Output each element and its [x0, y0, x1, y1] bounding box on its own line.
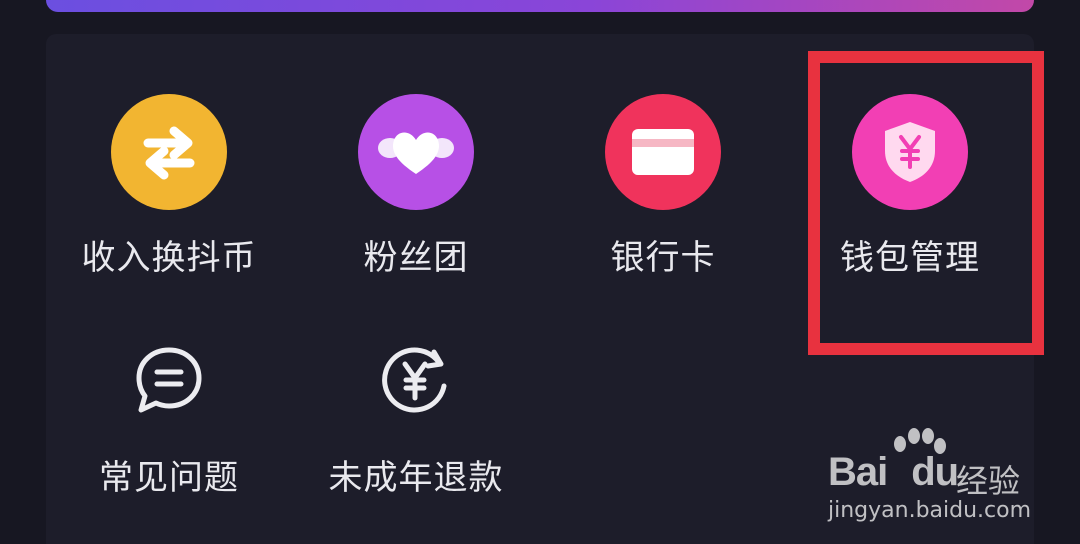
menu-item-label: 银行卡	[610, 238, 716, 278]
top-banner[interactable]	[46, 0, 1034, 12]
menu-item-label: 粉丝团	[363, 238, 469, 278]
menu-item-label: 未成年退款	[328, 458, 504, 498]
chat-bubble-icon	[111, 322, 227, 438]
wallet-shield-icon	[852, 94, 968, 210]
yen-refresh-icon	[358, 322, 474, 438]
menu-item-faq[interactable]: 常见问题	[46, 322, 292, 532]
menu-item-wallet-management[interactable]: 钱包管理	[787, 94, 1033, 304]
bank-card-icon	[605, 94, 721, 210]
menu-item-bank-card[interactable]: 银行卡	[540, 94, 786, 304]
menu-item-minor-refund[interactable]: 未成年退款	[293, 322, 539, 532]
menu-item-label: 收入换抖币	[81, 238, 257, 278]
screen: 收入换抖币 粉丝团 银行卡 钱包管理 常见问题 未成年退款 Bai du 经验 …	[0, 0, 1080, 544]
heart-cloud-icon	[358, 94, 474, 210]
menu-item-label: 常见问题	[99, 458, 239, 498]
menu-item-label: 钱包管理	[840, 238, 980, 278]
exchange-icon	[111, 94, 227, 210]
menu-item-income-exchange[interactable]: 收入换抖币	[46, 94, 292, 304]
menu-item-fan-club[interactable]: 粉丝团	[293, 94, 539, 304]
